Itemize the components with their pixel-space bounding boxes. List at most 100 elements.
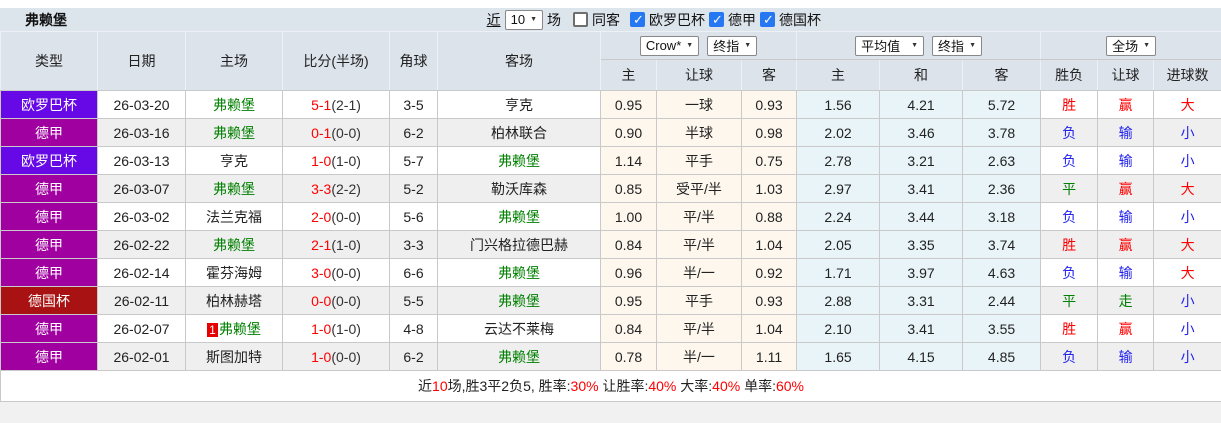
avg-home-cell: 2.24 — [796, 202, 881, 231]
match-row: 德甲 26-02-22 弗赖堡 2-1(1-0) 3-3 门兴格拉德巴赫 0.84 平/半 1.… — [0, 230, 1221, 259]
league-cell: 德甲 — [0, 258, 98, 287]
filter-pokal-checkbox[interactable] — [760, 12, 775, 28]
avg-draw-cell: 3.21 — [879, 146, 964, 175]
average-index-select[interactable]: 终指 ▼ — [932, 35, 982, 56]
avg-away-cell: 4.63 — [962, 258, 1042, 287]
match-row: 德国杯 26-02-11 柏林赫塔 0-0(0-0) 5-5 弗赖堡 0.95 平手 0.93 2… — [0, 286, 1221, 315]
scope-select[interactable]: 全场 ▼ — [1106, 35, 1157, 56]
handicap-line-cell: 受平/半 — [656, 174, 742, 203]
summary-value: 40% — [712, 378, 741, 394]
away-odds-cell: 0.92 — [740, 258, 798, 287]
avg-away-cell: 5.72 — [962, 90, 1042, 119]
goals-result-cell: 大 — [1153, 90, 1221, 119]
filter-europa-label: 欧罗巴杯 — [649, 11, 705, 28]
col-header-goals-result: 进球数 — [1153, 59, 1221, 91]
filter-bundesliga-checkbox[interactable] — [709, 12, 724, 28]
avg-draw-cell: 3.41 — [879, 314, 964, 343]
home-team-cell: 柏林赫塔 — [185, 286, 283, 315]
score-cell: 5-1(2-1) — [282, 90, 390, 119]
goals-result-cell: 小 — [1153, 146, 1221, 175]
avg-away-cell: 2.44 — [962, 286, 1042, 315]
home-team-cell: 法兰克福 — [185, 202, 283, 231]
home-odds-cell: 0.84 — [600, 230, 657, 259]
away-odds-cell: 0.93 — [740, 90, 798, 119]
away-team-cell: 弗赖堡 — [437, 286, 601, 315]
away-odds-cell: 1.04 — [740, 314, 798, 343]
handicap-result-cell: 走 — [1097, 286, 1155, 315]
handicap-line-cell: 半/一 — [656, 342, 742, 371]
result-cell: 胜 — [1040, 314, 1099, 343]
handicap-result-cell: 输 — [1097, 342, 1155, 371]
page-title: 弗赖堡 — [25, 11, 67, 28]
col-header-odds-away: 客 — [740, 59, 798, 91]
away-team-cell: 弗赖堡 — [437, 342, 601, 371]
score-cell: 0-0(0-0) — [282, 286, 390, 315]
away-team-cell: 勒沃库森 — [437, 174, 601, 203]
home-odds-cell: 0.95 — [600, 90, 657, 119]
home-team-cell: 弗赖堡 — [185, 230, 283, 259]
corner-cell: 5-7 — [389, 146, 438, 175]
avg-away-cell: 3.18 — [962, 202, 1042, 231]
avg-draw-cell: 3.41 — [879, 174, 964, 203]
score-cell: 2-1(1-0) — [282, 230, 390, 259]
match-history-table: 类型 日期 主场 比分(半场) 角球 客场 Crow* ▼ 终指 ▼ 平均值 ▼ 终指… — [0, 31, 1221, 402]
handicap-line-cell: 半/一 — [656, 258, 742, 287]
bookmaker-select[interactable]: Crow* ▼ — [639, 35, 700, 56]
home-team-cell: 亨克 — [185, 146, 283, 175]
filter-pokal-label: 德国杯 — [779, 11, 821, 28]
avg-draw-cell: 3.31 — [879, 286, 964, 315]
col-header-result: 胜负 — [1040, 59, 1099, 91]
average-select[interactable]: 平均值 ▼ — [855, 35, 925, 56]
avg-draw-cell: 3.44 — [879, 202, 964, 231]
date-cell: 26-03-13 — [97, 146, 186, 175]
col-header-date: 日期 — [97, 31, 186, 91]
recent-link[interactable]: 近 — [487, 10, 501, 30]
home-odds-cell: 0.78 — [600, 342, 657, 371]
summary-value: 10 — [432, 378, 448, 394]
avg-home-cell: 2.02 — [796, 118, 881, 147]
score-cell: 1-0(1-0) — [282, 314, 390, 343]
home-odds-cell: 1.14 — [600, 146, 657, 175]
col-header-handicap-result: 让球 — [1097, 59, 1155, 91]
corner-cell: 6-2 — [389, 342, 438, 371]
summary-label: 单率: — [740, 378, 776, 394]
handicap-result-cell: 赢 — [1097, 90, 1155, 119]
summary-label: 大率: — [676, 378, 713, 394]
chevron-down-icon: ▼ — [686, 42, 694, 49]
result-cell: 负 — [1040, 342, 1099, 371]
chevron-down-icon: ▼ — [969, 42, 976, 49]
avg-away-cell: 4.85 — [962, 342, 1042, 371]
filter-europa-checkbox[interactable] — [630, 12, 645, 28]
handicap-line-cell: 平/半 — [656, 202, 742, 231]
avg-away-cell: 3.55 — [962, 314, 1042, 343]
col-header-corners: 角球 — [389, 31, 438, 91]
top-strip — [0, 0, 1221, 8]
handicap-result-cell: 输 — [1097, 258, 1155, 287]
result-cell: 负 — [1040, 202, 1099, 231]
goals-result-cell: 小 — [1153, 286, 1221, 315]
result-cell: 负 — [1040, 258, 1099, 287]
away-team-cell: 弗赖堡 — [437, 258, 601, 287]
summary-text: 近10场,胜3平2负5, 胜率:30% 让胜率:40% 大率:40% 单率:60… — [0, 370, 1221, 402]
avg-draw-cell: 3.35 — [879, 230, 964, 259]
recent-count-value: 10 — [510, 12, 526, 27]
topbar-controls: 近 10 ▼ 场 同客 欧罗巴杯 德甲 德国杯 — [487, 9, 821, 30]
recent-count-select[interactable]: 10 ▼ — [504, 9, 543, 30]
summary-value: 40% — [648, 378, 677, 394]
bookmaker-index-select[interactable]: 终指 ▼ — [707, 35, 758, 56]
result-group-header: 全场 ▼ — [1040, 31, 1221, 60]
date-cell: 26-03-07 — [97, 174, 186, 203]
summary-label: 让胜率: — [598, 378, 649, 394]
handicap-result-cell: 输 — [1097, 202, 1155, 231]
header-selects-row: 类型 日期 主场 比分(半场) 角球 客场 Crow* ▼ 终指 ▼ 平均值 ▼ 终指… — [0, 31, 1221, 91]
same-away-checkbox[interactable] — [573, 12, 588, 27]
col-header-score: 比分(半场) — [282, 31, 390, 91]
corner-cell: 5-2 — [389, 174, 438, 203]
corner-cell: 6-6 — [389, 258, 438, 287]
date-cell: 26-03-20 — [97, 90, 186, 119]
summary-label: 场,胜3平2负5, 胜率: — [447, 378, 571, 394]
handicap-line-cell: 平/半 — [656, 314, 742, 343]
avg-draw-cell: 4.21 — [879, 90, 964, 119]
corner-cell: 5-6 — [389, 202, 438, 231]
corner-cell: 6-2 — [389, 118, 438, 147]
